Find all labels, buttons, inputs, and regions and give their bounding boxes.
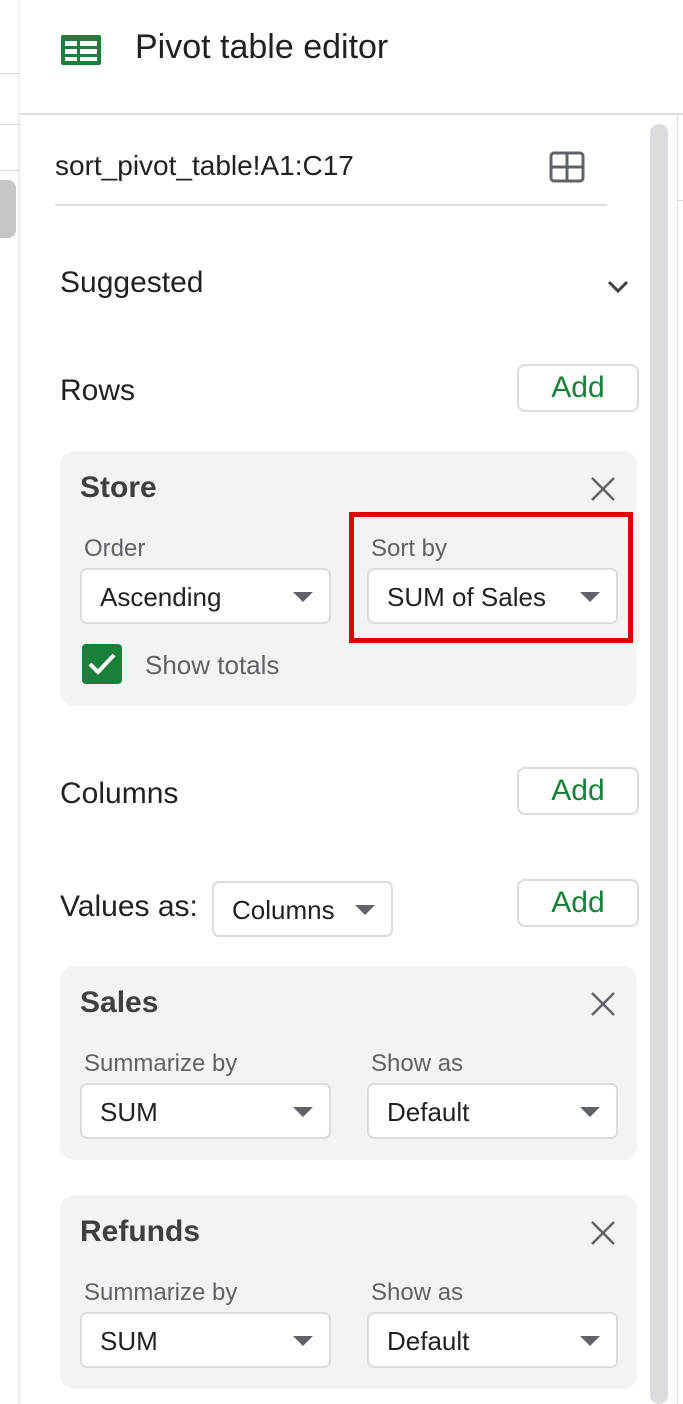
add-row-button[interactable]: Add xyxy=(517,364,639,412)
summarize-by-value: SUM xyxy=(100,1326,158,1356)
card-title: Store xyxy=(80,471,157,504)
page-title: Pivot table editor xyxy=(135,28,389,66)
summarize-by-label: Summarize by xyxy=(84,1279,238,1306)
rows-section-label: Rows xyxy=(60,374,136,407)
values-as-dropdown[interactable]: Columns xyxy=(212,881,393,937)
summarize-by-dropdown[interactable]: SUM xyxy=(80,1083,331,1139)
summarize-by-label: Summarize by xyxy=(84,1050,238,1077)
summarize-by-dropdown[interactable]: SUM xyxy=(80,1312,331,1368)
card-title: Refunds xyxy=(80,1215,200,1248)
show-totals-label: Show totals xyxy=(145,650,280,680)
show-as-label: Show as xyxy=(371,1279,464,1306)
grid-line xyxy=(0,124,20,125)
divider xyxy=(677,115,678,1404)
add-value-button[interactable]: Add xyxy=(517,879,639,927)
data-range-input[interactable]: sort_pivot_table!A1:C17 xyxy=(55,150,354,182)
show-as-dropdown[interactable]: Default xyxy=(367,1083,618,1139)
show-totals-checkbox[interactable] xyxy=(82,644,122,684)
show-as-dropdown[interactable]: Default xyxy=(367,1312,618,1368)
summarize-by-value: SUM xyxy=(100,1097,158,1127)
order-dropdown[interactable]: Ascending xyxy=(80,568,331,624)
close-icon[interactable] xyxy=(590,1220,616,1246)
editor-scrollbar[interactable] xyxy=(650,124,668,1404)
sort-by-highlight-box xyxy=(349,512,633,643)
dropdown-arrow-icon xyxy=(580,1107,600,1117)
values-as-value: Columns xyxy=(232,895,335,925)
dropdown-arrow-icon xyxy=(293,1107,313,1117)
panel-shadow xyxy=(18,0,22,1404)
chevron-down-icon[interactable] xyxy=(605,276,631,296)
values-as-label: Values as: xyxy=(60,890,198,923)
close-icon[interactable] xyxy=(590,991,616,1017)
grid-line xyxy=(0,73,20,74)
sheets-table-icon xyxy=(61,35,101,65)
show-as-value: Default xyxy=(387,1097,470,1127)
dropdown-arrow-icon xyxy=(293,592,313,602)
dropdown-arrow-icon xyxy=(580,1336,600,1346)
checkmark-icon xyxy=(88,653,116,675)
order-label: Order xyxy=(84,535,146,562)
editor-header: Pivot table editor xyxy=(20,0,683,115)
card-title: Sales xyxy=(80,986,159,1019)
close-icon[interactable] xyxy=(590,476,616,502)
show-as-value: Default xyxy=(387,1326,470,1356)
order-value: Ascending xyxy=(100,582,222,612)
suggested-section-label[interactable]: Suggested xyxy=(60,266,203,300)
grid-line xyxy=(0,170,20,171)
select-range-grid-icon[interactable] xyxy=(549,151,585,183)
add-column-button[interactable]: Add xyxy=(517,767,639,815)
divider xyxy=(677,200,683,201)
columns-section-label: Columns xyxy=(60,777,179,810)
show-as-label: Show as xyxy=(371,1050,464,1077)
dropdown-arrow-icon xyxy=(293,1336,313,1346)
range-underline xyxy=(55,204,607,206)
dropdown-arrow-icon xyxy=(355,905,375,915)
sheet-scrollbar-thumb[interactable] xyxy=(0,180,16,238)
